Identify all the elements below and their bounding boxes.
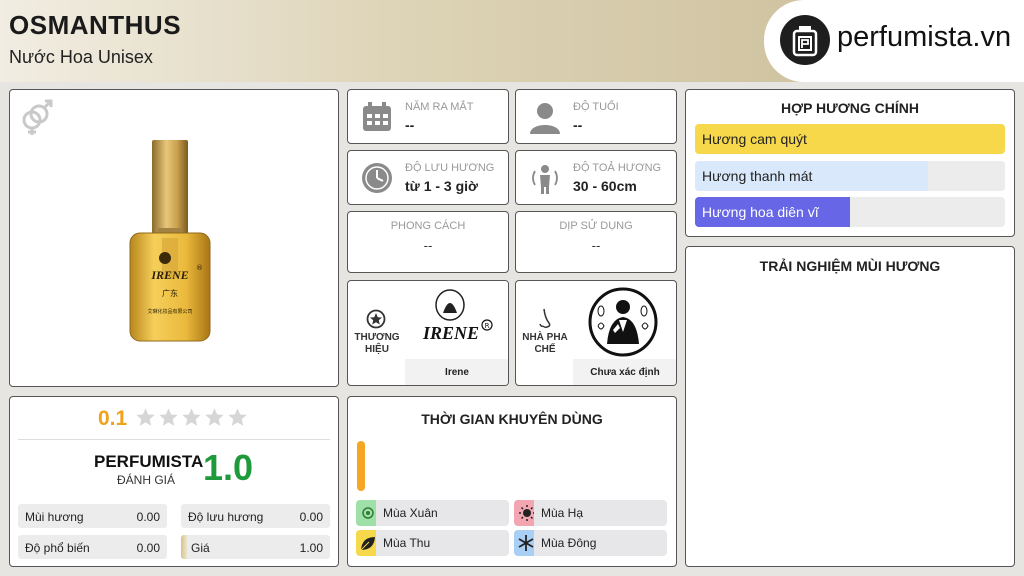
brand-logo-text: IRENE [422, 323, 479, 343]
svg-text:R: R [485, 322, 490, 330]
accord-bar: Hương thanh mát [695, 161, 1005, 191]
brand-logo-image: IRENE R [405, 281, 508, 359]
score-row-label: Độ phổ biến [25, 541, 90, 555]
season-label: Mùa Đông [541, 536, 597, 550]
stat-style: PHONG CÁCH -- [347, 211, 509, 273]
logo-text: perfumista.vn [837, 21, 1012, 53]
stat-release-year: NĂM RA MẮT -- [347, 89, 509, 144]
stat-value: -- [591, 238, 601, 253]
price-indicator [181, 535, 187, 559]
season-label: Mùa Xuân [383, 506, 438, 520]
perfume-bottle-logo-icon [780, 15, 830, 65]
sillage-icon [528, 161, 562, 195]
score-row-value: 0.00 [136, 541, 160, 555]
score-row-value: 1.00 [299, 541, 323, 555]
stat-label: ĐỘ TUỔI [573, 101, 619, 113]
perfumer-label: NHÀ PHA CHẾ [522, 332, 568, 355]
recommend-title: THỜI GIAN KHUYÊN DÙNG [421, 411, 603, 427]
accord-label: Hương cam quýt [702, 131, 807, 147]
unisex-gender-icon [18, 98, 56, 141]
score-row-value: 0.00 [299, 510, 323, 524]
svg-text:®: ® [196, 264, 203, 272]
stat-value: -- [423, 238, 433, 253]
perfumer-card[interactable]: NHÀ PHA CHẾ Chưa xác định [515, 280, 677, 386]
season-autumn: Mùa Thu [356, 530, 509, 556]
product-image-card: IRENE ® 广东 艾琳化妆品有限公司 [9, 89, 339, 387]
svg-text:广东: 广东 [162, 288, 178, 298]
season-label: Mùa Thu [383, 536, 431, 550]
star-icon[interactable] [181, 407, 202, 428]
stat-label: NĂM RA MẮT [405, 101, 474, 113]
evaluation-label: ĐÁNH GIÁ [117, 473, 176, 487]
divider [18, 439, 330, 440]
star-rating[interactable] [135, 407, 248, 428]
calendar-icon [360, 100, 394, 134]
score-row-value: 0.00 [136, 510, 160, 524]
experience-title: TRẢI NGHIỆM MÙI HƯƠNG [759, 258, 941, 274]
perfumista-score: 1.0 [203, 447, 254, 488]
accord-bar: Hương hoa diên vĩ [695, 197, 1005, 227]
accord-label: Hương thanh mát [702, 168, 813, 184]
stat-age: ĐỘ TUỔI -- [515, 89, 677, 144]
user-rating-value: 0.1 [98, 407, 128, 430]
stat-value: -- [405, 117, 415, 133]
snowflake-icon [514, 530, 534, 556]
score-row-label: Giá [191, 541, 210, 555]
stat-label: PHONG CÁCH [390, 220, 466, 232]
star-icon[interactable] [135, 407, 156, 428]
accord-bar: Hương cam quýt [695, 124, 1005, 154]
score-row-label: Độ lưu hương [188, 510, 264, 524]
stat-value: -- [573, 117, 583, 133]
header: OSMANTHUS Nước Hoa Unisex perfumista.vn [0, 0, 1024, 82]
brand-label: THƯƠNG HIỆU [354, 332, 400, 355]
score-row-popularity: Độ phổ biến 0.00 [18, 535, 167, 559]
svg-text:艾琳化妆品有限公司: 艾琳化妆品有限公司 [147, 308, 192, 315]
season-winter: Mùa Đông [514, 530, 667, 556]
perfume-bottle-image: IRENE ® 广东 艾琳化妆品有限公司 [125, 138, 215, 348]
star-icon[interactable] [158, 407, 179, 428]
stat-value: 30 - 60cm [573, 178, 637, 194]
stat-sillage: ĐỘ TOẢ HƯƠNG 30 - 60cm [515, 150, 677, 205]
product-title: OSMANTHUS [9, 10, 182, 40]
stat-label: ĐỘ TOẢ HƯƠNG [573, 162, 662, 174]
stat-value: từ 1 - 3 giờ [405, 178, 478, 194]
clock-icon [360, 161, 394, 195]
score-row-scent: Mùi hương 0.00 [18, 504, 167, 528]
nose-icon [536, 308, 554, 335]
perfumista-label: PERFUMISTA [94, 452, 204, 471]
accord-label: Hương hoa diên vĩ [702, 204, 819, 220]
product-subtitle: Nước Hoa Unisex [9, 47, 153, 67]
accords-card: HỢP HƯƠNG CHÍNH Hương cam quýt Hương tha… [685, 89, 1015, 237]
star-icon[interactable] [204, 407, 225, 428]
season-label: Mùa Hạ [541, 506, 584, 520]
star-icon[interactable] [227, 407, 248, 428]
stat-longevity: ĐỘ LƯU HƯƠNG từ 1 - 3 giờ [347, 150, 509, 205]
perfumer-name: Chưa xác định [573, 359, 676, 385]
svg-text:IRENE: IRENE [150, 268, 188, 282]
score-row-price: Giá 1.00 [181, 535, 330, 559]
season-spring: Mùa Xuân [356, 500, 509, 526]
spring-icon [356, 500, 376, 526]
star-badge-icon [366, 309, 386, 334]
recommend-card: THỜI GIAN KHUYÊN DÙNG Mùa Xuân Mùa Hạ Mù… [347, 396, 677, 567]
perfumer-avatar [587, 286, 659, 363]
stat-occasion: DỊP SỬ DỤNG -- [515, 211, 677, 273]
brand-name: Irene [405, 359, 508, 385]
score-row-label: Mùi hương [25, 510, 84, 524]
accords-title: HỢP HƯƠNG CHÍNH [781, 100, 919, 116]
sun-icon [514, 500, 535, 526]
rating-card: 0.1 PERFUMISTA ĐÁNH GIÁ 1.0 Mùi hương 0.… [9, 396, 339, 567]
stat-label: ĐỘ LƯU HƯƠNG [405, 162, 495, 174]
score-row-longevity: Độ lưu hương 0.00 [181, 504, 330, 528]
experience-card: TRẢI NGHIỆM MÙI HƯƠNG [685, 246, 1015, 567]
stat-label: DỊP SỬ DỤNG [559, 220, 633, 232]
season-summer: Mùa Hạ [514, 500, 667, 526]
day-night-bar [357, 441, 365, 491]
brand-card[interactable]: THƯƠNG HIỆU IRENE R Irene [347, 280, 509, 386]
person-icon [528, 100, 562, 134]
leaf-icon [356, 530, 376, 556]
brand-logo[interactable]: perfumista.vn [764, 0, 1024, 82]
